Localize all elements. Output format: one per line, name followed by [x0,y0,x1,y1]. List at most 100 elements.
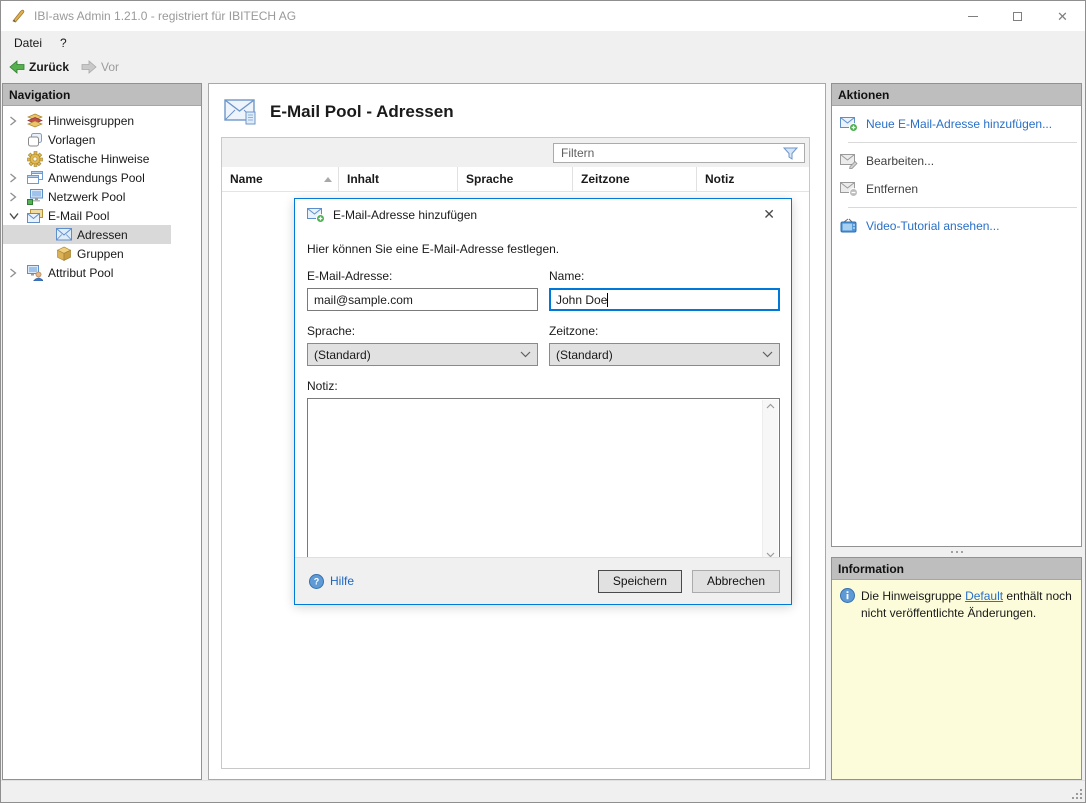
tree-item-adressen[interactable]: Adressen [3,225,201,244]
information-header: Information [832,558,1081,580]
back-button[interactable]: Zurück [3,58,75,76]
scroll-up-icon[interactable] [766,403,775,409]
chevron-down-icon[interactable] [9,212,26,220]
tree-item-gruppen[interactable]: Gruppen [3,244,201,263]
column-header-inhalt[interactable]: Inhalt [339,167,458,191]
tree-label: Vorlagen [48,133,95,147]
action-label: Video-Tutorial ansehen... [866,219,999,233]
chevron-right-icon[interactable] [9,173,26,183]
action-label: Entfernen [866,182,918,196]
envelope-plus-icon [840,116,858,132]
table-header: Name Inhalt Sprache Zeitzone Notiz [222,167,809,192]
name-field[interactable]: John Doe [549,288,780,311]
tree-label: Gruppen [77,247,124,261]
zeitzone-label: Zeitzone: [549,324,780,338]
menu-help[interactable]: ? [51,31,76,54]
user-pc-icon [26,265,43,281]
actions-panel: Aktionen Neue E-Mail-Adresse hinzufügen.… [831,83,1082,547]
envelope-edit-icon [840,153,858,169]
column-header-name[interactable]: Name [222,167,339,191]
textarea-scrollbar[interactable] [762,400,778,561]
email-field[interactable]: mail@sample.com [307,288,538,311]
title-bar: IBI-aws Admin 1.21.0 - registriert für I… [1,1,1085,31]
mail-pool-icon [26,208,43,224]
notiz-label: Notiz: [307,379,780,393]
cancel-button[interactable]: Abbrechen [692,570,780,593]
chevron-down-icon [762,351,773,358]
action-label: Bearbeiten... [866,154,934,168]
action-remove[interactable]: Entfernen [832,179,1081,199]
tree-item-hinweisgruppen[interactable]: Hinweisgruppen [3,111,201,130]
svg-text:?: ? [314,576,320,586]
tree-item-statische-hinweise[interactable]: Statische Hinweise [3,149,201,168]
info-icon [840,588,855,623]
forward-button[interactable]: Vor [75,58,125,76]
minimize-button[interactable] [950,1,995,31]
stack-icon [26,113,43,129]
forward-label: Vor [101,60,119,74]
chevron-down-icon [520,351,531,358]
information-panel: Information Die Hinweisgruppe Default en… [831,557,1082,780]
menu-datei[interactable]: Datei [5,31,51,54]
help-link[interactable]: ? Hilfe [309,574,354,589]
dialog-description: Hier können Sie eine E-Mail-Adresse fest… [307,242,779,256]
dialog-title-bar: E-Mail-Adresse hinzufügen ✕ [295,199,791,230]
close-icon: ✕ [1057,10,1068,23]
help-icon: ? [309,574,324,589]
default-group-link[interactable]: Default [965,589,1003,603]
information-body: Die Hinweisgruppe Default enthält noch n… [832,580,1081,779]
action-label: Neue E-Mail-Adresse hinzufügen... [866,117,1052,131]
app-window: IBI-aws Admin 1.21.0 - registriert für I… [0,0,1086,803]
tree-label: Anwendungs Pool [48,171,145,185]
pages-icon [26,132,43,148]
sprache-select[interactable]: (Standard) [307,343,538,366]
add-email-dialog: E-Mail-Adresse hinzufügen ✕ Hier können … [294,198,792,605]
save-button[interactable]: Speichern [598,570,682,593]
minimize-icon [968,16,978,17]
actions-divider [848,142,1077,143]
navigation-panel: Navigation Hinweisgruppen Vorlagen Stati… [2,83,202,780]
actions-divider [848,207,1077,208]
action-edit[interactable]: Bearbeiten... [832,151,1081,171]
maximize-button[interactable] [995,1,1040,31]
tree-item-netzwerk-pool[interactable]: Netzwerk Pool [3,187,201,206]
resize-grip-icon[interactable] [1072,789,1082,799]
zeitzone-select[interactable]: (Standard) [549,343,780,366]
chevron-right-icon[interactable] [9,116,26,126]
tree-label: E-Mail Pool [48,209,109,223]
column-header-zeitzone[interactable]: Zeitzone [573,167,697,191]
menu-bar: Datei ? [1,31,1085,54]
action-new-email-address[interactable]: Neue E-Mail-Adresse hinzufügen... [832,114,1081,134]
column-header-notiz[interactable]: Notiz [697,167,809,191]
back-arrow-icon [9,60,25,74]
help-label: Hilfe [330,574,354,588]
tree-label: Statische Hinweise [48,152,149,166]
dialog-footer: ? Hilfe Speichern Abbrechen [295,557,791,604]
tree-item-anwendungs-pool[interactable]: Anwendungs Pool [3,168,201,187]
forward-arrow-icon [81,60,97,74]
close-button[interactable]: ✕ [1040,1,1085,31]
chevron-right-icon[interactable] [9,268,26,278]
envelope-plus-icon [307,207,325,223]
gear-icon [26,151,43,167]
nav-toolbar: Zurück Vor [1,54,1085,79]
network-icon [26,189,43,205]
filter-field[interactable] [553,143,805,163]
name-label: Name: [549,269,780,283]
chevron-right-icon[interactable] [9,192,26,202]
page-title: E-Mail Pool - Adressen [270,102,454,122]
column-header-sprache[interactable]: Sprache [458,167,573,191]
sort-ascending-icon [324,177,332,182]
navigation-tree: Hinweisgruppen Vorlagen Statische Hinwei… [3,106,201,282]
sprache-label: Sprache: [307,324,538,338]
tree-item-vorlagen[interactable]: Vorlagen [3,130,201,149]
filter-input[interactable] [554,146,783,160]
app-icon [10,8,26,24]
envelope-icon [55,227,72,243]
tree-item-attribut-pool[interactable]: Attribut Pool [3,263,201,282]
panel-splitter[interactable] [831,547,1082,557]
tree-item-email-pool[interactable]: E-Mail Pool [3,206,201,225]
action-video-tutorial[interactable]: Video-Tutorial ansehen... [832,216,1081,236]
dialog-close-button[interactable]: ✕ [759,204,779,225]
notiz-textarea[interactable] [307,398,780,563]
